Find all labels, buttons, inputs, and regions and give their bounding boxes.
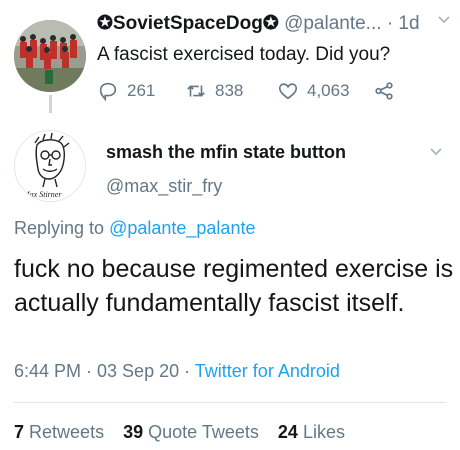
reply-count: 261 (127, 81, 156, 100)
replying-to-label: Replying to (14, 218, 105, 238)
retweet-button[interactable]: 838 (185, 80, 243, 102)
quote-tweets-label: Quote Tweets (148, 422, 259, 442)
share-icon (375, 82, 393, 100)
parent-tweet-header: ✪SovietSpaceDog✪ @palante... · 1d (97, 12, 452, 40)
likes-stat[interactable]: 24 Likes (278, 422, 345, 442)
author-avatar[interactable]: Max Stirner (14, 130, 86, 202)
avatar-signature: Max Stirner (22, 190, 62, 199)
thread-connector-line (49, 95, 52, 113)
parent-handle[interactable]: @palante... (284, 13, 381, 34)
reply-icon (99, 82, 117, 102)
parent-avatar[interactable] (14, 20, 86, 92)
author-display-name[interactable]: smash the mfin state button (106, 142, 346, 163)
share-button[interactable] (373, 80, 395, 102)
divider (14, 402, 446, 403)
parent-avatar-photo (14, 20, 86, 92)
tweet-menu-chevron-icon[interactable] (428, 144, 444, 165)
retweets-label: Retweets (29, 422, 105, 442)
like-count: 4,063 (307, 81, 350, 100)
likes-count: 24 (277, 422, 298, 442)
reply-button[interactable]: 261 (97, 80, 155, 102)
author-handle[interactable]: @max_stir_fry (106, 176, 222, 197)
parent-display-name[interactable]: ✪SovietSpaceDog✪ (97, 13, 279, 34)
parent-time[interactable]: · 1d (387, 13, 420, 34)
quote-tweets-stat[interactable]: 39 Quote Tweets (123, 422, 264, 442)
tweet-text: fuck no because regimented exercise is a… (14, 255, 454, 317)
like-button[interactable]: 4,063 (277, 80, 350, 102)
parent-tweet-actions: 261 838 4,063 (97, 80, 417, 106)
retweets-count: 7 (14, 422, 25, 442)
parent-tweet-text: A fascist exercised today. Did you? (97, 44, 391, 65)
tweet-metadata: 6:44 PM · 03 Sep 20 · Twitter for Androi… (14, 361, 340, 382)
retweet-icon (187, 85, 205, 97)
replying-to-handle-link[interactable]: @palante_palante (109, 218, 255, 238)
quote-tweets-count: 39 (123, 422, 144, 442)
chevron-down-icon[interactable] (436, 12, 452, 33)
likes-label: Likes (302, 422, 345, 442)
retweets-stat[interactable]: 7 Retweets (14, 422, 109, 442)
heart-icon (278, 83, 298, 100)
sketch-portrait-image: Max Stirner (15, 131, 85, 201)
replying-to-line: Replying to @palante_palante (14, 218, 255, 239)
retweet-count: 838 (215, 81, 244, 100)
tweet-source-link[interactable]: Twitter for Android (195, 361, 340, 381)
engagement-stats: 7 Retweets 39 Quote Tweets 24 Likes (14, 422, 359, 443)
tweet-timestamp[interactable]: 6:44 PM · 03 Sep 20 · (14, 361, 190, 381)
